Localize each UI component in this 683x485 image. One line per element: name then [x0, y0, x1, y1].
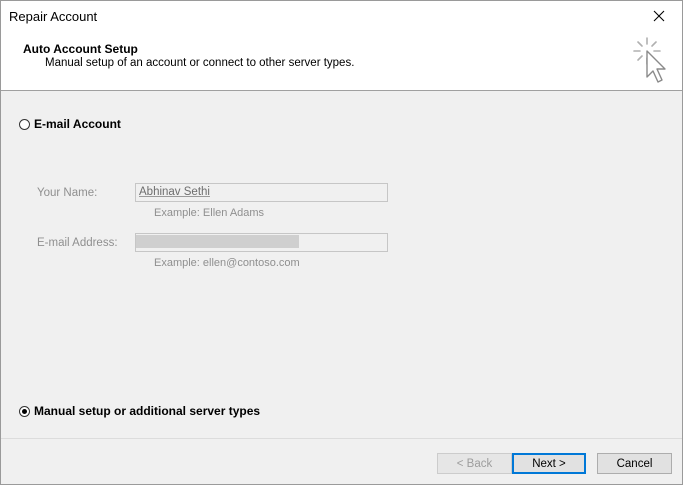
header-panel: Auto Account Setup Manual setup of an ac…	[1, 31, 682, 91]
radio-email-account[interactable]: E-mail Account	[19, 117, 121, 131]
radio-email-account-label: E-mail Account	[34, 117, 121, 131]
email-address-label: E-mail Address:	[37, 237, 118, 249]
radio-manual-setup[interactable]: Manual setup or additional server types	[19, 404, 260, 418]
cancel-button[interactable]: Cancel	[597, 453, 672, 474]
back-button[interactable]: < Back	[437, 453, 512, 474]
radio-email-account-button[interactable]	[19, 118, 30, 130]
your-name-input[interactable]: Abhinav Sethi	[135, 183, 388, 202]
your-name-example: Example: Ellen Adams	[154, 207, 265, 219]
redacted-email-value	[136, 235, 299, 248]
radio-manual-setup-button[interactable]	[19, 405, 30, 417]
your-name-label: Your Name:	[37, 187, 98, 199]
window-title: Repair Account	[9, 9, 98, 24]
page-subtitle: Manual setup of an account or connect to…	[45, 57, 355, 69]
close-icon	[653, 10, 665, 22]
wizard-cursor-icon	[633, 37, 666, 83]
radio-manual-setup-label: Manual setup or additional server types	[34, 404, 261, 418]
footer-separator	[1, 438, 682, 439]
next-button[interactable]: Next >	[512, 453, 586, 474]
email-address-input[interactable]	[135, 233, 388, 252]
your-name-value: Abhinav Sethi	[139, 186, 210, 198]
repair-account-dialog: Repair Account Auto Account Setup Manual…	[0, 0, 683, 485]
title-bar: Repair Account	[1, 1, 682, 31]
page-title: Auto Account Setup	[23, 42, 138, 56]
close-button[interactable]	[636, 1, 682, 31]
email-address-example: Example: ellen@contoso.com	[154, 257, 300, 269]
